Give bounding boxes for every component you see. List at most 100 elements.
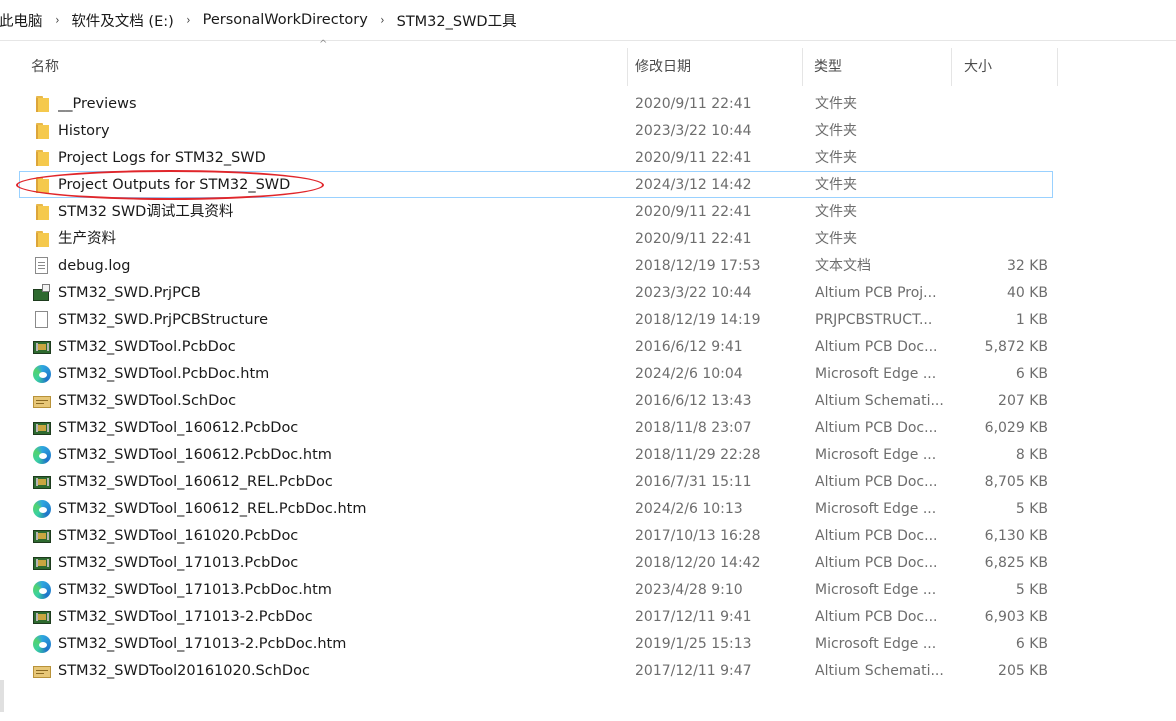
pcb-document-icon — [33, 527, 51, 545]
file-row[interactable]: STM32_SWD.PrjPCB 2023/3/22 10:44 Altium PC… — [19, 279, 1053, 306]
file-modified-date: 2018/12/20 14:42 — [635, 555, 761, 571]
schematic-document-icon — [33, 662, 51, 680]
file-name[interactable]: STM32_SWDTool_171013-2.PcbDoc — [58, 604, 618, 631]
file-modified-date: 2018/11/29 22:28 — [635, 447, 761, 463]
file-row[interactable]: STM32_SWDTool_160612.PcbDoc.htm 2018/11/2… — [19, 441, 1053, 468]
file-name[interactable]: STM32_SWDTool_161020.PcbDoc — [58, 523, 618, 550]
breadcrumb-item-personal-work-directory[interactable]: PersonalWorkDirectory — [201, 12, 370, 28]
chevron-right-icon[interactable]: › — [186, 13, 190, 27]
folder-icon — [33, 122, 51, 140]
file-type: 文件夹 — [815, 123, 857, 139]
file-name[interactable]: STM32_SWDTool.SchDoc — [58, 388, 618, 415]
breadcrumb-item-drive-e[interactable]: 软件及文档 (E:) — [69, 10, 175, 31]
file-row[interactable]: STM32_SWDTool.SchDoc 2016/6/12 13:43 Altiu… — [19, 387, 1053, 414]
file-row[interactable]: 生产资料 2020/9/11 22:41 文件夹 — [19, 225, 1053, 252]
file-type: Altium PCB Doc... — [815, 339, 938, 355]
file-modified-date: 2017/12/11 9:41 — [635, 609, 752, 625]
edge-html-icon — [33, 581, 51, 599]
file-row[interactable]: __Previews 2020/9/11 22:41 文件夹 — [19, 90, 1053, 117]
file-name[interactable]: STM32_SWDTool_171013-2.PcbDoc.htm — [58, 631, 618, 658]
file-modified-date: 2024/2/6 10:13 — [635, 501, 743, 517]
file-type: Microsoft Edge ... — [815, 447, 937, 463]
breadcrumb-item-this-pc[interactable]: 此电脑 — [0, 10, 45, 31]
file-size: 6,903 KB — [984, 609, 1048, 625]
column-header-size[interactable]: 大小 — [952, 48, 1058, 86]
address-bar[interactable]: 此电脑 › 软件及文档 (E:) › PersonalWorkDirectory… — [0, 0, 1176, 41]
file-row[interactable]: History 2023/3/22 10:44 文件夹 — [19, 117, 1053, 144]
file-name[interactable]: 生产资料 — [58, 226, 618, 253]
text-document-icon — [33, 257, 51, 275]
file-row[interactable]: STM32_SWDTool_160612.PcbDoc 2018/11/8 23:… — [19, 414, 1053, 441]
file-name[interactable]: STM32_SWDTool_160612_REL.PcbDoc.htm — [58, 496, 618, 523]
file-row[interactable]: STM32_SWDTool_171013-2.PcbDoc 2017/12/11 … — [19, 603, 1053, 630]
file-row[interactable]: STM32_SWDTool_161020.PcbDoc 2017/10/13 16… — [19, 522, 1053, 549]
file-modified-date: 2020/9/11 22:41 — [635, 96, 752, 112]
file-name[interactable]: Project Logs for STM32_SWD — [58, 145, 618, 172]
file-name[interactable]: STM32 SWD调试工具资料 — [58, 199, 618, 226]
file-name[interactable]: STM32_SWDTool.PcbDoc.htm — [58, 361, 618, 388]
file-row[interactable]: STM32_SWD.PrjPCBStructure 2018/12/19 14:1… — [19, 306, 1053, 333]
column-header-name[interactable]: 名称 — [19, 48, 628, 86]
breadcrumb-item-current-folder[interactable]: STM32_SWD工具 — [395, 10, 519, 31]
file-name[interactable]: STM32_SWD.PrjPCB — [58, 280, 618, 307]
file-type: Microsoft Edge ... — [815, 501, 937, 517]
file-row[interactable]: STM32_SWDTool_171013.PcbDoc 2018/12/20 14… — [19, 549, 1053, 576]
file-size: 8,705 KB — [984, 474, 1048, 490]
file-type: Altium Schemati... — [815, 393, 944, 409]
file-size: 6,130 KB — [984, 528, 1048, 544]
file-name[interactable]: STM32_SWDTool.PcbDoc — [58, 334, 618, 361]
file-name[interactable]: STM32_SWDTool_171013.PcbDoc.htm — [58, 577, 618, 604]
file-size: 205 KB — [998, 663, 1048, 679]
file-name[interactable]: Project Outputs for STM32_SWD — [58, 172, 618, 199]
file-type: 文件夹 — [815, 231, 857, 247]
column-header-row: ^ 名称 修改日期 类型 大小 — [19, 39, 1059, 86]
file-name[interactable]: debug.log — [58, 253, 618, 280]
chevron-right-icon[interactable]: › — [55, 13, 59, 27]
folder-icon — [33, 230, 51, 248]
file-row[interactable]: STM32_SWDTool.PcbDoc 2016/6/12 9:41 Altium… — [19, 333, 1053, 360]
file-name[interactable]: STM32_SWDTool20161020.SchDoc — [58, 658, 618, 685]
file-size: 6 KB — [1015, 366, 1048, 382]
breadcrumb: 此电脑 › 软件及文档 (E:) › PersonalWorkDirectory… — [0, 0, 519, 40]
file-row[interactable]: Project Logs for STM32_SWD 2020/9/11 22:4… — [19, 144, 1053, 171]
file-row[interactable]: STM32 SWD调试工具资料 2020/9/11 22:41 文件夹 — [19, 198, 1053, 225]
chevron-right-icon[interactable]: › — [380, 13, 384, 27]
edge-html-icon — [33, 446, 51, 464]
file-name[interactable]: STM32_SWDTool_160612.PcbDoc — [58, 415, 618, 442]
edge-html-icon — [33, 500, 51, 518]
navigation-pane-scrollbar[interactable] — [0, 680, 4, 712]
file-modified-date: 2023/3/22 10:44 — [635, 123, 752, 139]
column-header-type[interactable]: 类型 — [802, 48, 952, 86]
file-size: 5 KB — [1015, 582, 1048, 598]
file-type: PRJPCBSTRUCT... — [815, 312, 933, 328]
file-row[interactable]: STM32_SWDTool20161020.SchDoc 2017/12/11 9… — [19, 657, 1053, 684]
folder-icon — [33, 176, 51, 194]
file-size: 5 KB — [1015, 501, 1048, 517]
file-row[interactable]: debug.log 2018/12/19 17:53 文本文档 32 KB — [19, 252, 1053, 279]
file-name[interactable]: STM32_SWD.PrjPCBStructure — [58, 307, 618, 334]
navigation-pane-edge — [0, 41, 10, 721]
file-name[interactable]: STM32_SWDTool_160612_REL.PcbDoc — [58, 469, 618, 496]
pcb-document-icon — [33, 338, 51, 356]
file-row[interactable]: Project Outputs for STM32_SWD 2024/3/12 1… — [19, 171, 1053, 198]
file-modified-date: 2017/12/11 9:47 — [635, 663, 752, 679]
file-row[interactable]: STM32_SWDTool_160612_REL.PcbDoc.htm 2024/… — [19, 495, 1053, 522]
column-header-date[interactable]: 修改日期 — [623, 48, 803, 86]
file-row[interactable]: STM32_SWDTool_171013-2.PcbDoc.htm 2019/1/… — [19, 630, 1053, 657]
file-row[interactable]: STM32_SWDTool.PcbDoc.htm 2024/2/6 10:04 Mi… — [19, 360, 1053, 387]
pcb-document-icon — [33, 419, 51, 437]
file-name[interactable]: STM32_SWDTool_171013.PcbDoc — [58, 550, 618, 577]
file-name[interactable]: History — [58, 118, 618, 145]
file-modified-date: 2018/12/19 17:53 — [635, 258, 761, 274]
folder-icon — [33, 203, 51, 221]
file-name[interactable]: __Previews — [58, 91, 618, 118]
file-type: Altium PCB Doc... — [815, 474, 938, 490]
file-row[interactable]: STM32_SWDTool_171013.PcbDoc.htm 2023/4/28… — [19, 576, 1053, 603]
file-row[interactable]: STM32_SWDTool_160612_REL.PcbDoc 2016/7/31… — [19, 468, 1053, 495]
altium-project-icon — [33, 284, 51, 302]
file-modified-date: 2024/3/12 14:42 — [635, 177, 752, 193]
file-modified-date: 2016/6/12 9:41 — [635, 339, 743, 355]
pcb-document-icon — [33, 608, 51, 626]
file-size: 6 KB — [1015, 636, 1048, 652]
file-name[interactable]: STM32_SWDTool_160612.PcbDoc.htm — [58, 442, 618, 469]
